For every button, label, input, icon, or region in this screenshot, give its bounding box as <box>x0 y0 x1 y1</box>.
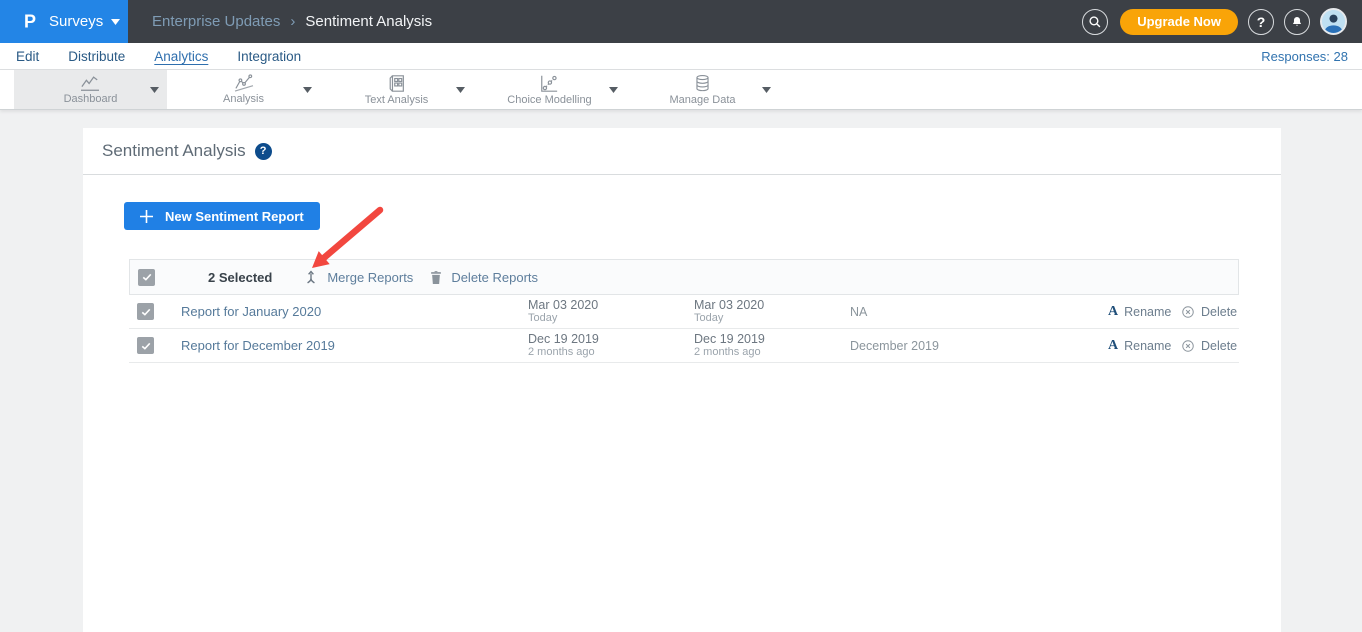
delete-reports-label: Delete Reports <box>451 270 538 285</box>
delete-reports-button[interactable]: Delete Reports <box>429 269 538 285</box>
delete-label: Delete <box>1201 305 1237 319</box>
chevron-down-icon <box>111 19 120 25</box>
row-checkbox[interactable] <box>137 303 154 320</box>
toolbar-label: Analysis <box>223 93 264 105</box>
proprofs-logo-icon: P <box>24 10 36 32</box>
tab-integration[interactable]: Integration <box>237 47 301 66</box>
delete-circle-icon <box>1181 305 1195 319</box>
modified-date-cell: Dec 19 2019 2 months ago <box>694 332 850 359</box>
breadcrumb-current-page: Sentiment Analysis <box>305 13 432 30</box>
content-card: Sentiment Analysis ? New Sentiment Repor… <box>83 128 1281 632</box>
rename-button[interactable]: A Rename <box>1108 339 1181 353</box>
scatter-chart-icon <box>233 74 255 92</box>
bell-icon <box>1290 15 1304 29</box>
tab-edit[interactable]: Edit <box>16 47 39 66</box>
product-name: Surveys <box>49 13 103 30</box>
merge-reports-button[interactable]: Merge Reports <box>303 269 413 286</box>
notifications-button[interactable] <box>1284 9 1310 35</box>
rename-icon: A <box>1108 305 1118 319</box>
report-name-link[interactable]: Report for January 2020 <box>181 304 528 319</box>
toolbar-label: Manage Data <box>669 94 735 106</box>
rename-icon: A <box>1108 339 1118 353</box>
toolbar-item-text-analysis[interactable]: Text Analysis <box>320 70 473 109</box>
search-icon <box>1088 15 1102 29</box>
new-report-label: New Sentiment Report <box>165 209 304 224</box>
bubble-chart-icon <box>539 74 559 93</box>
modified-date-cell: Mar 03 2020 Today <box>694 298 850 325</box>
toolbar-label: Choice Modelling <box>507 94 591 106</box>
report-name-link[interactable]: Report for December 2019 <box>181 338 528 353</box>
rename-button[interactable]: A Rename <box>1108 305 1181 319</box>
chevron-down-icon[interactable] <box>303 87 312 93</box>
help-icon: ? <box>1257 14 1266 30</box>
report-tag: NA <box>850 305 1108 319</box>
toolbar-label: Text Analysis <box>365 94 429 106</box>
breadcrumb-survey-name[interactable]: Enterprise Updates <box>152 13 280 30</box>
trash-icon <box>429 269 443 285</box>
report-tag: December 2019 <box>850 339 1108 353</box>
help-icon[interactable]: ? <box>255 143 272 160</box>
topbar-actions: Upgrade Now ? <box>1072 8 1362 35</box>
report-row: Report for December 2019 Dec 19 2019 2 m… <box>129 329 1239 363</box>
app-window: P Surveys Enterprise Updates › Sentiment… <box>0 0 1362 632</box>
toolbar-item-dashboard[interactable]: Dashboard <box>14 70 167 109</box>
line-chart-icon <box>79 74 101 92</box>
database-icon <box>693 74 712 93</box>
select-all-checkbox[interactable] <box>138 269 155 286</box>
search-button[interactable] <box>1082 9 1108 35</box>
chevron-down-icon[interactable] <box>150 87 159 93</box>
chevron-down-icon[interactable] <box>762 87 771 93</box>
delete-button[interactable]: Delete <box>1181 305 1239 319</box>
row-checkbox[interactable] <box>137 337 154 354</box>
survey-tabs: Edit Distribute Analytics Integration Re… <box>0 43 1362 70</box>
new-sentiment-report-button[interactable]: New Sentiment Report <box>124 202 320 230</box>
product-switcher[interactable]: P Surveys <box>0 0 128 43</box>
tab-distribute[interactable]: Distribute <box>68 47 125 66</box>
delete-button[interactable]: Delete <box>1181 339 1239 353</box>
selected-count-label: 2 Selected <box>208 270 272 285</box>
delete-label: Delete <box>1201 339 1237 353</box>
top-navbar: P Surveys Enterprise Updates › Sentiment… <box>0 0 1362 43</box>
upgrade-now-button[interactable]: Upgrade Now <box>1120 9 1238 35</box>
document-grid-icon <box>387 74 407 93</box>
rename-label: Rename <box>1124 339 1171 353</box>
breadcrumb: Enterprise Updates › Sentiment Analysis <box>152 13 432 30</box>
responses-count: Responses: 28 <box>1261 49 1362 64</box>
toolbar-item-analysis[interactable]: Analysis <box>167 70 320 109</box>
analytics-toolbar: Dashboard Analysis <box>0 70 1362 110</box>
toolbar-item-choice-modelling[interactable]: Choice Modelling <box>473 70 626 109</box>
toolbar-label: Dashboard <box>64 93 118 105</box>
chevron-down-icon[interactable] <box>609 87 618 93</box>
page-title: Sentiment Analysis <box>102 141 246 161</box>
breadcrumb-separator-icon: › <box>290 13 295 30</box>
report-row: Report for January 2020 Mar 03 2020 Toda… <box>129 295 1239 329</box>
user-avatar[interactable] <box>1320 8 1347 35</box>
merge-reports-label: Merge Reports <box>327 270 413 285</box>
toolbar-item-manage-data[interactable]: Manage Data <box>626 70 779 109</box>
chevron-down-icon[interactable] <box>456 87 465 93</box>
help-button[interactable]: ? <box>1248 9 1274 35</box>
selection-bar: 2 Selected Merge Reports <box>129 259 1239 295</box>
merge-icon <box>303 269 319 286</box>
card-title-bar: Sentiment Analysis ? <box>83 128 1281 175</box>
tab-analytics[interactable]: Analytics <box>154 47 208 66</box>
rename-label: Rename <box>1124 305 1171 319</box>
report-list: 2 Selected Merge Reports <box>129 259 1239 363</box>
created-date-cell: Dec 19 2019 2 months ago <box>528 332 694 359</box>
delete-circle-icon <box>1181 339 1195 353</box>
plus-icon <box>140 210 153 223</box>
created-date-cell: Mar 03 2020 Today <box>528 298 694 325</box>
